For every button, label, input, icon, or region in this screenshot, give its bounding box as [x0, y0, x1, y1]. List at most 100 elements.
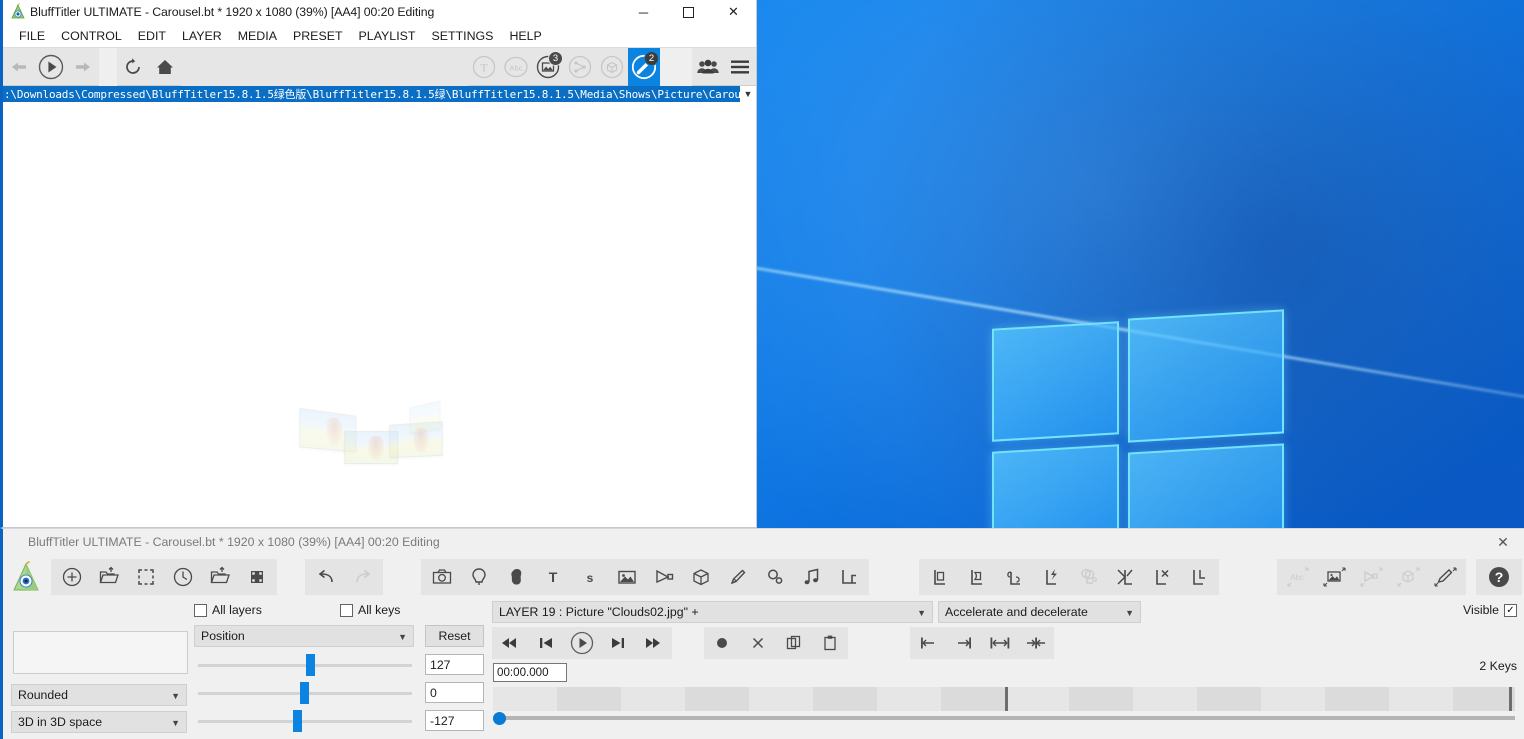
menu-control[interactable]: CONTROL [53, 27, 130, 45]
render-preview-area[interactable] [3, 103, 756, 527]
video-layer-icon[interactable] [830, 559, 867, 595]
paint-layer-icon[interactable] [719, 559, 756, 595]
particle-layer-icon[interactable] [756, 559, 793, 595]
model-layer-icon[interactable] [682, 559, 719, 595]
chevron-down-icon[interactable]: ▼ [740, 85, 756, 103]
duration-clock-icon[interactable] [164, 559, 201, 595]
play-icon[interactable] [564, 627, 600, 659]
menu-media[interactable]: MEDIA [230, 27, 285, 45]
help-question-icon[interactable]: ? [1478, 559, 1520, 595]
maximize-button[interactable] [666, 0, 711, 24]
align-stretch-icon[interactable] [982, 627, 1018, 659]
previous-frame-icon[interactable] [528, 627, 564, 659]
property-select[interactable]: Position ▼ [194, 625, 414, 647]
easing-select[interactable]: Accelerate and decelerate ▼ [938, 601, 1141, 623]
expand-plasma-icon[interactable] [1353, 559, 1390, 595]
timeline-segment[interactable] [877, 687, 941, 711]
resize-show-icon[interactable] [127, 559, 164, 595]
light-layer-icon[interactable] [460, 559, 497, 595]
special-text-layer-icon[interactable]: s [571, 559, 608, 595]
timeline-scrollbar-track[interactable] [493, 716, 1515, 720]
text-layer-icon[interactable]: T [468, 48, 500, 86]
expand-model-icon[interactable] [1390, 559, 1427, 595]
timeline-track[interactable] [493, 687, 1515, 711]
picture-layer-icon[interactable]: 3 [532, 48, 564, 86]
timeline-segment[interactable] [557, 687, 621, 711]
layer-select[interactable]: LAYER 19 : Picture "Clouds02.jpg" + ▼ [492, 601, 933, 623]
menu-settings[interactable]: SETTINGS [423, 27, 501, 45]
timeline-segment[interactable] [1261, 687, 1325, 711]
menu-preset[interactable]: PRESET [285, 27, 351, 45]
align-center-icon[interactable] [1018, 627, 1054, 659]
picture-layer-icon[interactable] [608, 559, 645, 595]
visible-checkbox-box[interactable]: ✓ [1504, 603, 1517, 617]
timeline-segment[interactable] [1069, 687, 1133, 711]
go-to-start-icon[interactable] [492, 627, 528, 659]
copy-keyframe-icon[interactable] [776, 627, 812, 659]
timeline-end-marker[interactable] [1509, 687, 1512, 711]
position-x-value[interactable]: 127 [425, 654, 484, 675]
go-to-end-icon[interactable] [636, 627, 672, 659]
position-z-slider[interactable] [198, 710, 412, 732]
menu-edit[interactable]: EDIT [130, 27, 174, 45]
menu-help[interactable]: HELP [501, 27, 549, 45]
slider-thumb[interactable] [300, 682, 309, 704]
menu-file[interactable]: FILE [11, 27, 53, 45]
align-right-icon[interactable] [946, 627, 982, 659]
hamburger-menu-icon[interactable] [724, 48, 756, 86]
forward-arrow-icon[interactable] [67, 48, 99, 86]
layer-flash-icon[interactable] [1032, 559, 1069, 595]
visible-checkbox[interactable]: Visible ✓ [1463, 603, 1517, 617]
plasma-layer-icon[interactable] [645, 559, 682, 595]
timeline-segment[interactable] [749, 687, 813, 711]
abc-layer-icon[interactable]: Abc [500, 48, 532, 86]
layer-prev-icon[interactable] [958, 559, 995, 595]
position-y-value[interactable]: 0 [425, 682, 484, 703]
timeline-playhead[interactable] [1005, 687, 1008, 711]
timeline-segment[interactable] [1133, 687, 1197, 711]
play-button[interactable] [35, 48, 67, 86]
current-time-field[interactable]: 00:00.000 [493, 663, 567, 682]
timeline-segment[interactable] [621, 687, 685, 711]
effect-layer-icon[interactable]: 2 [628, 47, 660, 86]
delete-keyframe-icon[interactable] [740, 627, 776, 659]
layer-duplicate-icon[interactable] [1180, 559, 1217, 595]
next-frame-icon[interactable] [600, 627, 636, 659]
record-keyframe-icon[interactable] [704, 627, 740, 659]
all-layers-checkbox[interactable]: All layers [194, 603, 262, 617]
open-show-icon[interactable] [90, 559, 127, 595]
back-arrow-icon[interactable] [3, 48, 35, 86]
slider-thumb[interactable] [306, 654, 315, 676]
menu-playlist[interactable]: PLAYLIST [351, 27, 424, 45]
slider-thumb[interactable] [293, 710, 302, 732]
position-z-value[interactable]: -127 [425, 710, 484, 731]
model-layer-icon[interactable] [596, 48, 628, 86]
menu-layer[interactable]: LAYER [174, 27, 230, 45]
timeline-segment[interactable] [1197, 687, 1261, 711]
minimize-button[interactable]: ─ [621, 0, 666, 24]
timeline-scrollbar-thumb[interactable] [493, 712, 506, 725]
expand-text-icon[interactable]: Abc [1279, 559, 1316, 595]
expand-picture-icon[interactable] [1316, 559, 1353, 595]
position-y-slider[interactable] [198, 682, 412, 704]
show-path-bar[interactable]: :\Downloads\Compressed\BluffTitler15.8.1… [3, 85, 756, 103]
refresh-icon[interactable] [117, 48, 149, 86]
particle-blob-icon[interactable] [497, 559, 534, 595]
home-icon[interactable] [149, 48, 181, 86]
timeline-segment[interactable] [1389, 687, 1453, 711]
layer-loop-icon[interactable] [995, 559, 1032, 595]
undo-icon[interactable] [307, 559, 344, 595]
new-show-icon[interactable] [53, 559, 90, 595]
timeline-segment[interactable] [1453, 687, 1515, 711]
camera-layer-icon[interactable] [423, 559, 460, 595]
timeline-segment[interactable] [685, 687, 749, 711]
open-recent-icon[interactable] [201, 559, 238, 595]
text-layer-icon[interactable]: T [534, 559, 571, 595]
align-left-icon[interactable] [910, 627, 946, 659]
layer-split-icon[interactable] [1106, 559, 1143, 595]
panel-close-button[interactable]: ✕ [1482, 529, 1524, 555]
film-strip-icon[interactable] [238, 559, 275, 595]
style-select[interactable]: Rounded ▼ [11, 684, 187, 706]
all-layers-checkbox-box[interactable] [194, 603, 207, 617]
paste-keyframe-icon[interactable] [812, 627, 848, 659]
